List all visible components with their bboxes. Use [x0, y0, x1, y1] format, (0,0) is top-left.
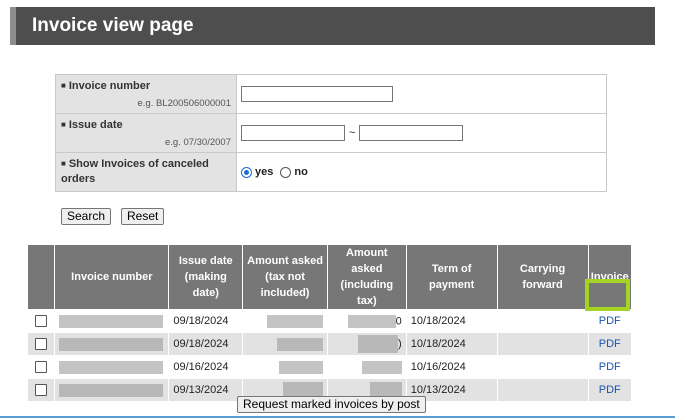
invoice-number-label-cell: ■ Invoice number e.g. BL200506000001 — [55, 74, 237, 114]
bullet-square-icon: ■ — [61, 81, 66, 90]
row-select-checkbox[interactable] — [35, 361, 48, 374]
pdf-link[interactable]: PDF — [599, 384, 621, 396]
canceled-no-label[interactable]: no — [294, 166, 307, 178]
bullet-square-icon: ■ — [61, 120, 66, 129]
invoice-table: Invoice number Issue date (making date) A… — [26, 244, 632, 402]
date-range-separator: ~ — [349, 126, 356, 139]
pdf-link[interactable]: PDF — [599, 338, 621, 350]
term-of-payment-column-header: Term of payment — [405, 244, 498, 310]
canceled-yes-radio[interactable] — [241, 166, 252, 178]
carrying-cell — [496, 378, 589, 402]
issue-date-cell: 09/16/2024 — [168, 355, 244, 379]
issue-date-value-cell: ~ — [236, 113, 607, 153]
row-select-checkbox[interactable] — [35, 315, 48, 328]
canceled-label: Show Invoices of canceled orders — [61, 158, 209, 185]
invoice-number-label: Invoice number — [68, 80, 151, 92]
redacted-amount — [276, 337, 323, 351]
page-title: Invoice view page — [32, 15, 194, 36]
invoice-number-example: e.g. BL200506000001 — [137, 98, 231, 109]
redacted-amount — [266, 314, 323, 328]
term-cell: 10/18/2024 — [405, 309, 498, 333]
term-cell: 10/18/2024 — [405, 332, 498, 356]
table-row: 09/18/2024 ) 10/18/2024 PDF — [26, 332, 632, 356]
issue-date-cell: 09/18/2024 — [168, 309, 244, 333]
invoice-column-header: Invoice — [587, 244, 632, 310]
issue-date-label: Issue date — [68, 119, 123, 131]
redacted-amount — [361, 360, 402, 374]
pdf-link[interactable]: PDF — [599, 315, 621, 327]
table-row: 09/16/2024 10/16/2024 PDF — [26, 355, 632, 379]
issue-date-example: e.g. 07/30/2007 — [164, 137, 231, 148]
search-form: ■ Invoice number e.g. BL200506000001 ■ Iss… — [55, 74, 607, 192]
invoice-number-value-cell — [236, 74, 607, 114]
issue-date-column-header: Issue date (making date) — [168, 244, 244, 310]
carrying-cell — [496, 355, 589, 379]
amount-suffix: ) — [398, 337, 402, 350]
canceled-label-cell: ■ Show Invoices of canceled orders — [55, 152, 237, 192]
pdf-link[interactable]: PDF — [599, 361, 621, 373]
redacted-invoice-number — [59, 360, 164, 374]
issue-date-to-input[interactable] — [359, 125, 464, 141]
canceled-no-radio[interactable] — [280, 166, 292, 178]
canceled-yes-label[interactable]: yes — [255, 166, 273, 178]
request-by-post-button[interactable]: Request marked invoices by post — [237, 396, 426, 413]
reset-button[interactable]: Reset — [121, 208, 165, 225]
redacted-invoice-number — [59, 314, 164, 328]
amount-suffix: 0 — [395, 314, 402, 327]
redacted-amount — [278, 360, 323, 374]
invoice-number-column-header: Invoice number — [54, 244, 170, 310]
carrying-cell — [496, 332, 589, 356]
issue-date-from-input[interactable] — [241, 125, 345, 141]
issue-date-cell: 09/18/2024 — [168, 332, 244, 356]
redacted-invoice-number — [59, 383, 164, 397]
bullet-square-icon: ■ — [61, 159, 66, 168]
select-column-header — [26, 244, 56, 310]
invoice-number-input[interactable] — [241, 86, 393, 102]
carrying-cell — [496, 309, 589, 333]
term-cell: 10/16/2024 — [405, 355, 498, 379]
issue-date-label-cell: ■ Issue date e.g. 07/30/2007 — [55, 113, 237, 153]
amount-with-tax-column-header: Amount asked (including tax) — [326, 244, 407, 310]
row-select-checkbox[interactable] — [35, 338, 48, 351]
carrying-forward-column-header: Carrying forward — [496, 244, 589, 310]
canceled-value-cell: yes no — [236, 152, 607, 192]
redacted-amount — [347, 314, 396, 328]
search-button[interactable]: Search — [61, 208, 112, 225]
row-select-checkbox[interactable] — [35, 384, 48, 397]
issue-date-cell: 09/13/2024 — [168, 378, 244, 402]
table-row: 09/18/2024 0 10/18/2024 PDF — [26, 309, 632, 333]
redacted-amount — [358, 335, 399, 353]
page-header-bar: Invoice view page — [10, 7, 655, 45]
redacted-invoice-number — [59, 337, 164, 351]
table-header-row: Invoice number Issue date (making date) A… — [26, 244, 632, 310]
amount-no-tax-column-header: Amount asked (tax not included) — [242, 244, 328, 310]
